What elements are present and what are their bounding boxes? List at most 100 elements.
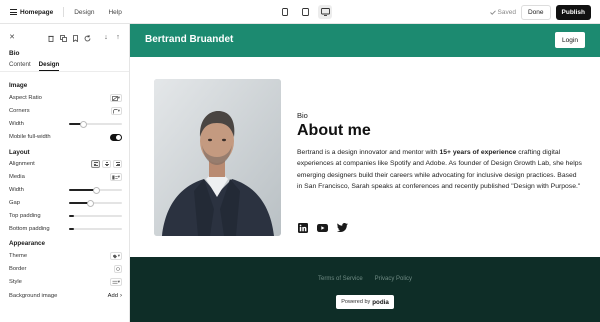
desktop-icon <box>320 8 330 16</box>
mobile-full-width-label: Mobile full-width <box>9 134 51 140</box>
theme-label: Theme <box>9 253 28 259</box>
tab-content[interactable]: Content <box>9 61 31 71</box>
chevron-down-icon: ▾ <box>117 279 120 284</box>
block-toolbar: ✕ ↓ ↑ <box>8 34 122 43</box>
style-label: Style <box>9 279 22 285</box>
add-background-image-button[interactable]: Add › <box>108 292 122 300</box>
alignment-row: Alignment <box>9 160 122 168</box>
image-width-slider[interactable] <box>69 120 122 128</box>
layout-section-heading: Layout <box>9 149 30 156</box>
site-header[interactable]: Bertrand Bruandet Login <box>130 24 600 57</box>
desktop-view-button[interactable] <box>318 5 332 19</box>
top-padding-slider[interactable] <box>69 215 122 217</box>
terms-link[interactable]: Terms of Service <box>318 276 363 282</box>
refresh-icon[interactable] <box>83 34 91 42</box>
site-footer: Terms of Service Privacy Policy Powered … <box>130 257 600 322</box>
chevron-right-icon: › <box>120 293 122 299</box>
media-position-select[interactable]: ▾ <box>109 173 122 181</box>
aspect-ratio-label: Aspect Ratio <box>9 95 42 101</box>
top-padding-label: Top padding <box>9 213 41 219</box>
site-name[interactable]: Bertrand Bruandet <box>145 34 233 45</box>
corners-label: Corners <box>9 108 30 114</box>
close-icon[interactable]: ✕ <box>8 34 16 42</box>
slider-handle[interactable] <box>93 186 100 194</box>
add-label: Add <box>107 293 118 299</box>
align-right-button[interactable] <box>113 160 122 168</box>
linkedin-icon[interactable] <box>297 222 308 233</box>
bio-text-highlight: 15+ years of experience <box>439 149 517 156</box>
appearance-section-heading: Appearance <box>9 240 46 247</box>
media-label: Media <box>9 174 25 180</box>
move-up-icon[interactable]: ↑ <box>114 34 122 42</box>
podia-logo: podia <box>372 298 389 306</box>
bio-eyebrow: Bio <box>297 111 308 120</box>
editor-top-bar: Homepage Design Help Saved Done Publish <box>0 0 600 24</box>
footer-links: Terms of Service Privacy Policy <box>130 276 600 282</box>
background-image-label: Background image <box>9 293 58 299</box>
alignment-label: Alignment <box>9 161 35 167</box>
divider <box>0 71 129 72</box>
tablet-icon <box>301 8 309 16</box>
duplicate-icon[interactable] <box>59 34 67 42</box>
slider-handle[interactable] <box>87 199 94 207</box>
gap-slider[interactable] <box>69 199 122 207</box>
media-row: Media ▾ <box>9 173 122 181</box>
tab-design[interactable]: Design <box>38 61 60 71</box>
gap-row: Gap <box>9 199 122 207</box>
bottom-padding-slider[interactable] <box>69 228 122 230</box>
bio-heading: About me <box>297 122 371 139</box>
block-settings-sidebar: ✕ ↓ ↑ Bio Content Design Image Aspect Ra… <box>0 24 130 322</box>
homepage-menu[interactable]: Homepage <box>10 9 53 16</box>
saved-status: Saved <box>489 9 516 16</box>
move-down-icon[interactable]: ↓ <box>102 34 110 42</box>
border-select[interactable] <box>114 265 122 273</box>
align-center-button[interactable] <box>102 160 111 168</box>
done-button[interactable]: Done <box>520 4 551 20</box>
chevron-down-icon: ▾ <box>117 174 120 179</box>
bio-text-start: Bertrand is a design innovator and mento… <box>297 149 440 156</box>
powered-by-label: Powered by <box>341 299 371 305</box>
gap-label: Gap <box>9 200 20 206</box>
mobile-full-width-toggle[interactable] <box>110 133 122 141</box>
bottom-padding-row: Bottom padding <box>9 225 122 233</box>
background-image-row: Background image Add › <box>9 292 122 300</box>
trash-icon[interactable] <box>47 34 55 42</box>
bookmark-icon[interactable] <box>71 34 79 42</box>
youtube-icon[interactable] <box>317 222 328 233</box>
help-link[interactable]: Help <box>108 9 121 16</box>
twitter-icon[interactable] <box>337 222 348 233</box>
border-row: Border <box>9 265 122 273</box>
tablet-view-button[interactable] <box>298 5 312 19</box>
chevron-down-icon: ▾ <box>117 108 120 113</box>
bio-text: Bertrand is a design innovator and mento… <box>297 147 582 193</box>
social-links <box>297 222 348 233</box>
privacy-link[interactable]: Privacy Policy <box>375 276 412 282</box>
powered-by-badge[interactable]: Powered by podia <box>336 295 394 309</box>
top-padding-row: Top padding <box>9 212 122 220</box>
corners-row: Corners ▾ <box>9 107 122 115</box>
design-link[interactable]: Design <box>74 9 94 16</box>
login-button[interactable]: Login <box>555 32 585 48</box>
publish-button[interactable]: Publish <box>555 4 591 20</box>
theme-row: Theme ▾ <box>9 252 122 260</box>
layout-width-slider[interactable] <box>69 186 122 194</box>
aspect-ratio-select[interactable]: ▾ <box>109 94 122 102</box>
chevron-down-icon: ▾ <box>117 253 120 258</box>
page-preview: Bertrand Bruandet Login Bio About me Ber… <box>130 24 600 322</box>
bio-photo[interactable] <box>154 79 281 236</box>
style-select[interactable]: ▾ <box>109 278 122 286</box>
device-switcher <box>278 5 332 19</box>
slider-handle[interactable] <box>80 120 87 128</box>
chevron-down-icon: ▾ <box>117 95 120 100</box>
divider <box>63 7 65 17</box>
menu-icon <box>10 9 17 15</box>
layout-width-row: Width <box>9 186 122 194</box>
theme-select[interactable]: ▾ <box>109 252 122 260</box>
homepage-label: Homepage <box>20 8 54 16</box>
image-section-heading: Image <box>9 82 28 89</box>
bottom-padding-label: Bottom padding <box>9 226 50 232</box>
mobile-view-button[interactable] <box>278 5 292 19</box>
corners-select[interactable]: ▾ <box>110 107 122 115</box>
align-left-button[interactable] <box>91 160 100 168</box>
layout-width-label: Width <box>9 187 24 193</box>
